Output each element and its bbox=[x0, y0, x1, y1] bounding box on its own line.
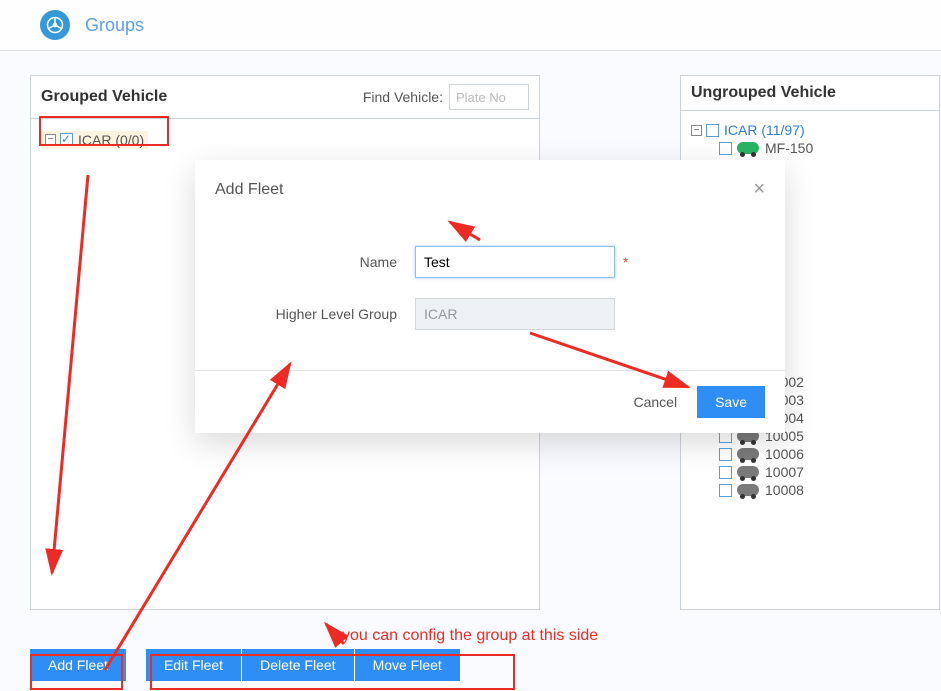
page-title: Groups bbox=[85, 15, 144, 36]
vehicle-row[interactable]: 10007 bbox=[691, 463, 929, 481]
grouped-root-label: ICAR (0/0) bbox=[78, 132, 144, 148]
collapse-icon[interactable]: − bbox=[45, 134, 56, 145]
page-header: Groups bbox=[0, 0, 941, 51]
checkbox-icon[interactable] bbox=[719, 142, 732, 155]
save-button[interactable]: Save bbox=[697, 386, 765, 418]
vehicle-label: MF-150 bbox=[765, 140, 813, 156]
car-icon bbox=[737, 466, 759, 478]
checkbox-icon[interactable] bbox=[706, 124, 719, 137]
collapse-icon[interactable]: − bbox=[691, 125, 702, 136]
find-vehicle-label: Find Vehicle: bbox=[363, 89, 443, 105]
close-icon[interactable]: × bbox=[753, 178, 765, 201]
add-fleet-dialog: Add Fleet × Name * Higher Level Group Ca… bbox=[195, 160, 785, 433]
vehicle-label: 10006 bbox=[765, 446, 804, 462]
checkbox-icon[interactable] bbox=[719, 484, 732, 497]
checkbox-icon[interactable] bbox=[719, 466, 732, 479]
higher-group-input bbox=[415, 298, 615, 330]
grouped-panel-title: Grouped Vehicle bbox=[41, 88, 167, 106]
move-fleet-button[interactable]: Move Fleet bbox=[355, 649, 460, 681]
fleet-actions: Add Fleet Edit Fleet Delete Fleet Move F… bbox=[30, 649, 460, 681]
grouped-root-node[interactable]: − ICAR (0/0) bbox=[41, 131, 148, 149]
vehicle-row[interactable]: MF-150 bbox=[691, 139, 929, 157]
find-vehicle-input[interactable] bbox=[449, 84, 529, 110]
car-icon bbox=[737, 484, 759, 496]
name-label: Name bbox=[245, 254, 415, 270]
car-icon bbox=[737, 448, 759, 460]
required-icon: * bbox=[623, 254, 628, 270]
car-icon bbox=[737, 142, 759, 154]
ungrouped-root-node[interactable]: − ICAR (11/97) bbox=[691, 121, 929, 139]
vehicle-label: 10007 bbox=[765, 464, 804, 480]
vehicle-row[interactable]: 10006 bbox=[691, 445, 929, 463]
vehicle-row[interactable]: 10008 bbox=[691, 481, 929, 499]
edit-fleet-button[interactable]: Edit Fleet bbox=[146, 649, 241, 681]
ungrouped-panel-title: Ungrouped Vehicle bbox=[691, 84, 836, 102]
delete-fleet-button[interactable]: Delete Fleet bbox=[242, 649, 353, 681]
higher-group-label: Higher Level Group bbox=[245, 306, 415, 322]
add-fleet-button[interactable]: Add Fleet bbox=[30, 649, 126, 681]
name-input[interactable] bbox=[415, 246, 615, 278]
checkbox-icon[interactable] bbox=[60, 133, 73, 146]
vehicle-label: 10008 bbox=[765, 482, 804, 498]
cancel-button[interactable]: Cancel bbox=[633, 394, 677, 410]
checkbox-icon[interactable] bbox=[719, 448, 732, 461]
ungrouped-root-label: ICAR (11/97) bbox=[724, 122, 805, 138]
steering-wheel-icon bbox=[40, 10, 70, 40]
find-vehicle-wrap: Find Vehicle: bbox=[363, 84, 529, 110]
dialog-title: Add Fleet bbox=[215, 181, 283, 199]
